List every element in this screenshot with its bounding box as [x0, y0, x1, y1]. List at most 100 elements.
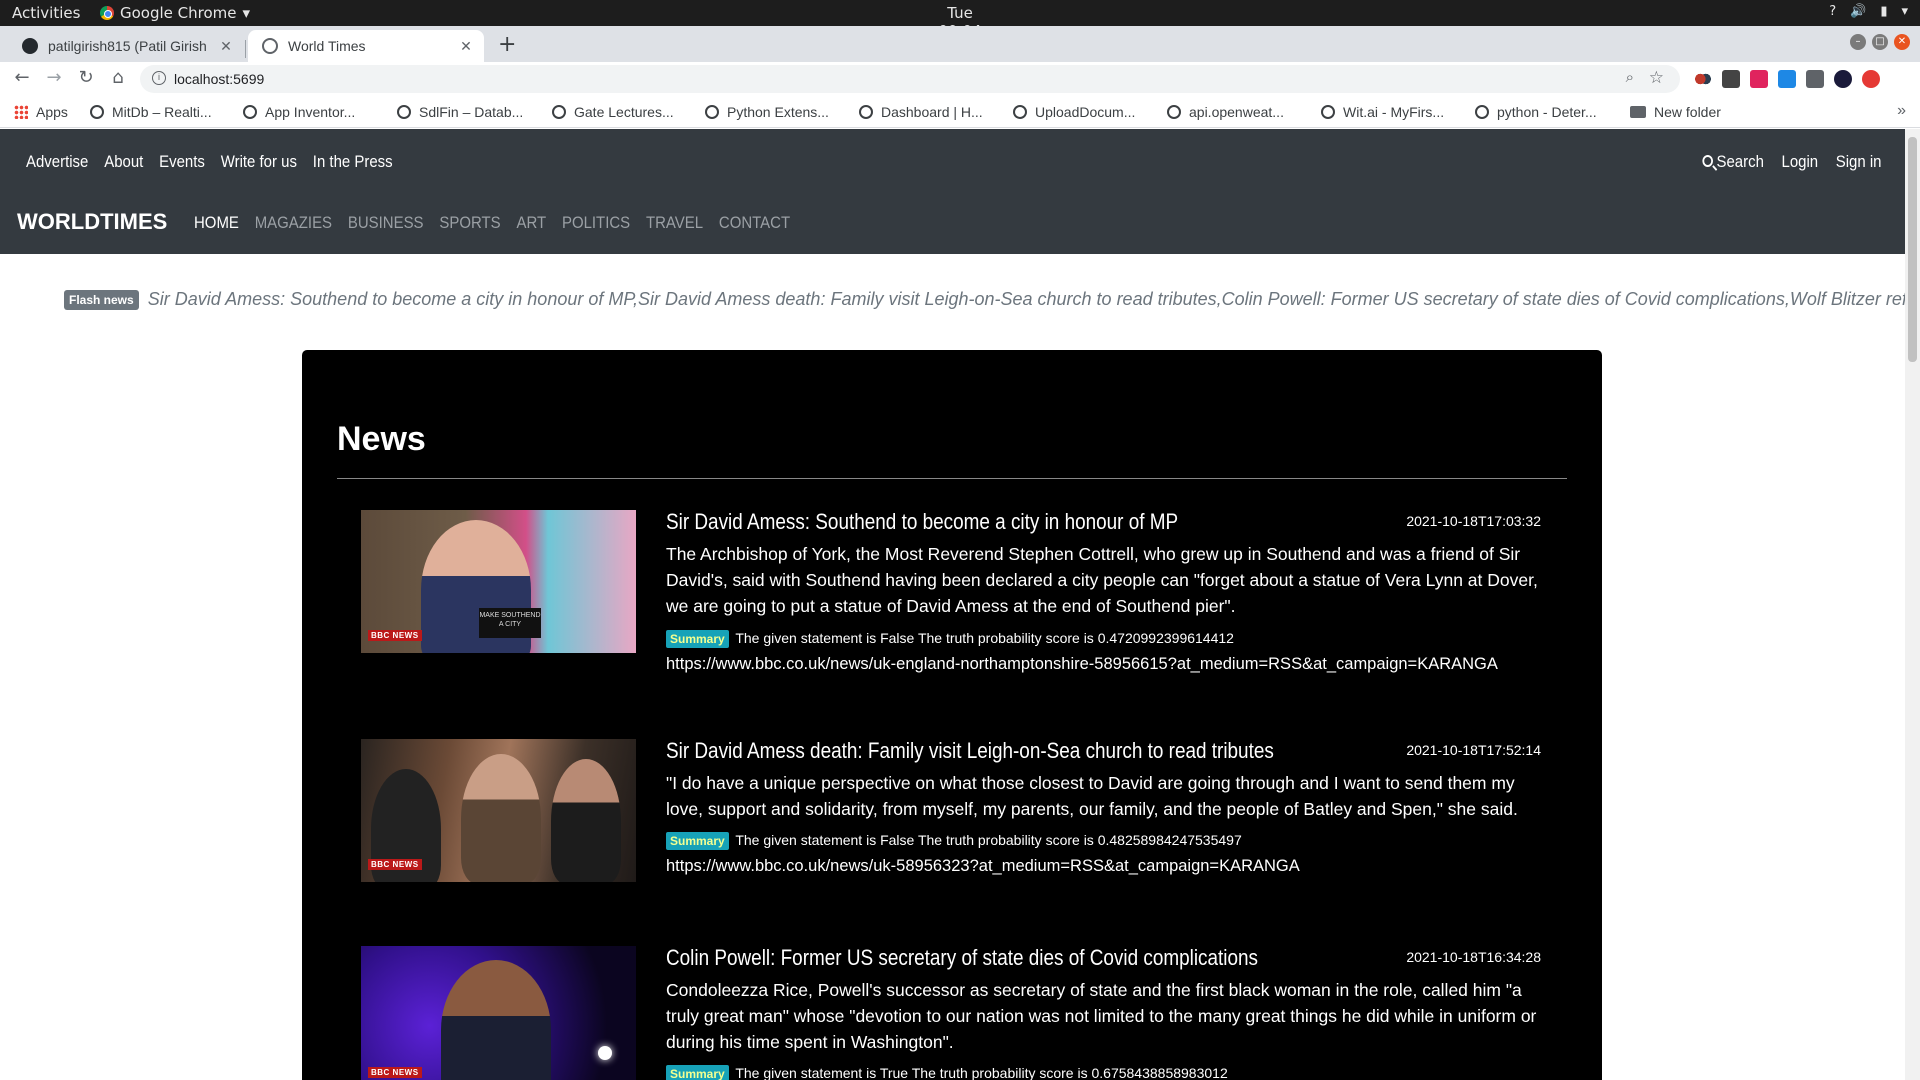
- zoom-icon[interactable]: ⌕: [1626, 69, 1634, 86]
- puzzle-extensions-icon[interactable]: [1806, 70, 1824, 88]
- maximize-icon[interactable]: □: [1872, 34, 1888, 50]
- summary-badge[interactable]: Summary: [666, 630, 729, 648]
- globe-icon: [262, 38, 278, 54]
- folder-icon: [1630, 106, 1646, 118]
- nav-sports[interactable]: SPORTS: [439, 213, 500, 233]
- person-figure: [441, 960, 551, 1080]
- download-extension-icon[interactable]: [1778, 70, 1796, 88]
- url-text[interactable]: localhost:5699: [174, 71, 264, 87]
- article-link[interactable]: https://www.bbc.co.uk/news/uk-england-no…: [666, 655, 1498, 674]
- app-menu[interactable]: Google Chrome ▾: [100, 4, 250, 22]
- close-tab-icon[interactable]: ✕: [458, 38, 474, 55]
- back-arrow-icon[interactable]: ←: [10, 67, 34, 88]
- link-advertise[interactable]: Advertise: [26, 152, 88, 172]
- bookmark-star-icon[interactable]: ☆: [1649, 68, 1664, 88]
- bookmark-item[interactable]: Python Extens...: [705, 104, 829, 120]
- bookmark-apps[interactable]: Apps: [14, 104, 68, 120]
- scrollbar-thumb[interactable]: [1908, 137, 1917, 362]
- login-link[interactable]: Login: [1781, 152, 1818, 172]
- nav-home[interactable]: HOME: [194, 213, 239, 233]
- tab-world-times[interactable]: World Times ✕: [248, 30, 484, 62]
- profile-avatar[interactable]: [1834, 70, 1852, 88]
- bookmark-label: New folder: [1654, 104, 1721, 120]
- page-viewport: Advertise About Events Write for us In t…: [0, 129, 1905, 1080]
- bookmark-item[interactable]: Gate Lectures...: [552, 104, 674, 120]
- site-info-icon[interactable]: i: [152, 71, 166, 85]
- bookmark-item[interactable]: SdlFin – Datab...: [397, 104, 523, 120]
- article-image[interactable]: MAKE SOUTHEND A CITY BBC NEWS: [361, 510, 636, 653]
- bookmark-item[interactable]: api.openweat...: [1167, 104, 1284, 120]
- article-title[interactable]: Sir David Amess death: Family visit Leig…: [666, 738, 1274, 764]
- tab-separator: [245, 40, 246, 58]
- globe-icon: [1475, 105, 1489, 119]
- bookmark-label: MitDb – Realti...: [112, 104, 212, 120]
- globe-icon: [705, 105, 719, 119]
- article-summary: Summary The given statement is False The…: [666, 832, 1242, 850]
- nav-business[interactable]: BUSINESS: [348, 213, 424, 233]
- summary-badge[interactable]: Summary: [666, 1065, 729, 1080]
- bookmark-label: python - Deter...: [1497, 104, 1597, 120]
- nav-magazies[interactable]: MAGAZIES: [255, 213, 332, 233]
- bookmark-label: Python Extens...: [727, 104, 829, 120]
- article-summary: Summary The given statement is True The …: [666, 1065, 1228, 1080]
- close-tab-icon[interactable]: ✕: [218, 38, 234, 55]
- reload-icon[interactable]: ↻: [74, 67, 98, 88]
- forward-arrow-icon[interactable]: →: [42, 67, 66, 88]
- nav-travel[interactable]: TRAVEL: [646, 213, 703, 233]
- bookmark-item[interactable]: UploadDocum...: [1013, 104, 1135, 120]
- system-tray[interactable]: ? 🔊 ▮ ▾: [1829, 4, 1908, 19]
- extension-icon[interactable]: [1694, 70, 1712, 88]
- selenium-extension-icon[interactable]: [1722, 70, 1740, 88]
- battery-icon[interactable]: ▮: [1880, 4, 1887, 19]
- top-links: Advertise About Events Write for us In t…: [26, 152, 393, 172]
- link-write-for-us[interactable]: Write for us: [221, 152, 297, 172]
- activities-button[interactable]: Activities: [12, 4, 80, 22]
- apps-grid-icon: [14, 105, 28, 119]
- nav-art[interactable]: ART: [516, 213, 546, 233]
- bookmark-item[interactable]: MitDb – Realti...: [90, 104, 212, 120]
- bookmark-item[interactable]: Dashboard | H...: [859, 104, 983, 120]
- new-tab-button[interactable]: +: [498, 32, 516, 57]
- minimize-icon[interactable]: –: [1850, 34, 1866, 50]
- update-icon[interactable]: [1862, 70, 1880, 88]
- bookmark-item[interactable]: python - Deter...: [1475, 104, 1597, 120]
- home-icon[interactable]: ⌂: [106, 67, 130, 88]
- more-bookmarks-icon[interactable]: »: [1897, 102, 1906, 120]
- tab-github[interactable]: patilgirish815 (Patil Girish ✕: [8, 30, 244, 62]
- site-logo[interactable]: WORLDTIMES: [17, 209, 167, 235]
- article-link[interactable]: https://www.bbc.co.uk/news/uk-58956323?a…: [666, 857, 1300, 876]
- article-title[interactable]: Sir David Amess: Southend to become a ci…: [666, 509, 1178, 535]
- bookmark-label: api.openweat...: [1189, 104, 1284, 120]
- link-events[interactable]: Events: [159, 152, 205, 172]
- search-icon: [1701, 155, 1713, 167]
- summary-badge[interactable]: Summary: [666, 832, 729, 850]
- search-link[interactable]: Search: [1701, 152, 1763, 172]
- volume-icon[interactable]: 🔊: [1850, 4, 1866, 19]
- extension-icon[interactable]: [1750, 70, 1768, 88]
- close-window-icon[interactable]: ✕: [1894, 34, 1910, 50]
- nav-politics[interactable]: POLITICS: [562, 213, 630, 233]
- bookmark-item[interactable]: Wit.ai - MyFirs...: [1321, 104, 1444, 120]
- app-menu-label: Google Chrome: [120, 4, 237, 22]
- help-icon[interactable]: ?: [1829, 4, 1836, 19]
- main-nav: HOME MAGAZIES BUSINESS SPORTS ART POLITI…: [194, 213, 790, 233]
- flash-news-text[interactable]: Sir David Amess: Southend to become a ci…: [148, 289, 1905, 309]
- page-scrollbar[interactable]: [1905, 129, 1920, 1080]
- signin-link[interactable]: Sign in: [1835, 152, 1881, 172]
- person-figure: [551, 759, 621, 882]
- link-about[interactable]: About: [104, 152, 143, 172]
- bookmark-label: Dashboard | H...: [881, 104, 983, 120]
- article-image[interactable]: BBC NEWS: [361, 739, 636, 882]
- article-date: 2021-10-18T16:34:28: [1406, 949, 1541, 965]
- article-title[interactable]: Colin Powell: Former US secretary of sta…: [666, 945, 1258, 971]
- link-in-the-press[interactable]: In the Press: [313, 152, 393, 172]
- address-bar[interactable]: i localhost:5699 ⌕ ☆: [140, 65, 1680, 93]
- globe-icon: [552, 105, 566, 119]
- article-image[interactable]: BBC NEWS: [361, 946, 636, 1080]
- bookmark-folder[interactable]: New folder: [1630, 104, 1721, 120]
- globe-icon: [397, 105, 411, 119]
- bbc-news-badge: BBC NEWS: [368, 1067, 422, 1078]
- nav-contact[interactable]: CONTACT: [719, 213, 790, 233]
- system-menu-icon[interactable]: ▾: [1901, 4, 1908, 19]
- bookmark-item[interactable]: App Inventor...: [243, 104, 355, 120]
